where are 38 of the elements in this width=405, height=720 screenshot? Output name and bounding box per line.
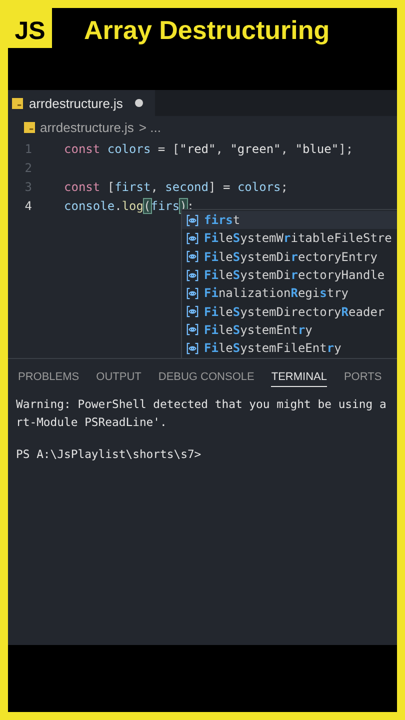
editor-tab[interactable]: arrdestructure.js [8, 90, 155, 116]
code-line: const colors = ["red", "green", "blue"]; [64, 142, 354, 156]
panel-tab[interactable]: DEBUG CONSOLE [158, 371, 254, 387]
unsaved-dot-icon [134, 99, 143, 107]
panel-tab[interactable]: PORTS [344, 371, 382, 387]
suggestion-item[interactable]: FileSystemWritableFileStre [182, 229, 397, 248]
javascript-file-icon [12, 98, 23, 108]
variable-icon [186, 342, 199, 355]
suggestion-item[interactable]: FileSystemDi rectoryEntry [182, 248, 397, 266]
panel-tab[interactable]: OUTPUT [96, 371, 142, 387]
variable-icon [186, 214, 199, 227]
javascript-file-icon [24, 122, 35, 132]
variable-icon [186, 305, 199, 318]
line-number: 2 [24, 160, 32, 174]
panel-tab[interactable]: PROBLEMS [18, 371, 80, 387]
variable-icon [186, 286, 199, 300]
line-number: 1 [24, 142, 32, 156]
suggestion-item[interactable]: FileSystemDi rectoryHandle [182, 266, 397, 284]
line-number: 4 [24, 198, 32, 212]
panel-tab[interactable]: TERMINAL [271, 371, 327, 387]
line-number: 3 [24, 180, 32, 194]
variable-icon [186, 268, 199, 282]
variable-icon [186, 323, 199, 336]
suggestion-item[interactable]: FinalizationRegistry [182, 284, 397, 302]
code-line: const [first, second] = colors; [64, 180, 288, 194]
breadcrumb-item[interactable]: arrdestructure.js [40, 120, 134, 134]
suggestion-item[interactable]: FileSystemFileEnt ry [182, 339, 397, 358]
terminal-line: rt-Module PSReadLine'. [16, 414, 168, 431]
suggestion-item[interactable]: first [182, 211, 397, 230]
terminal-line: PS A:\JsPlaylist\shorts\s7> [16, 446, 202, 463]
js-logo: JS [8, 8, 52, 48]
variable-icon [186, 232, 199, 245]
suggestion-item[interactable]: FileSystemEnt ry [182, 320, 397, 340]
terminal-line: Warning: PowerShell detected that you might be using a [16, 396, 388, 413]
breadcrumb-item[interactable]: > ... [138, 120, 161, 134]
suggestion-item[interactable]: FileSystemDirectoryReader [182, 302, 397, 321]
video-title: Array Destructuring [84, 15, 330, 46]
variable-icon [186, 250, 199, 264]
